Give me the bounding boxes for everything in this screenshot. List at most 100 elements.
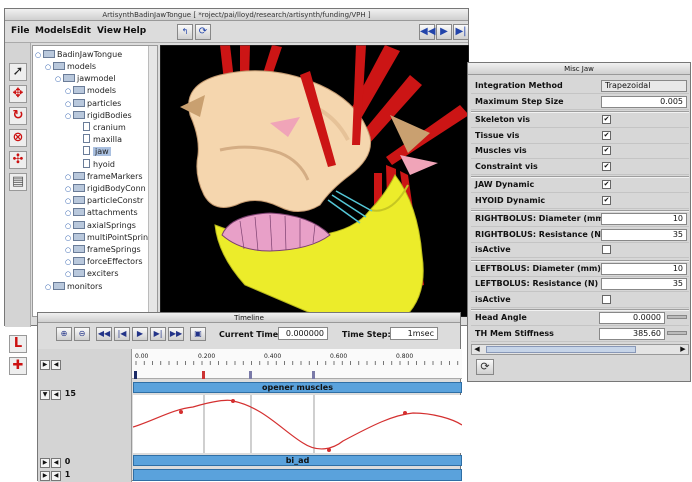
navigation-tree[interactable]: ○ BadinJawTongue ○ models ○ jawmodel ○ models ○… xyxy=(32,45,158,317)
tree-item[interactable]: ○ attachments xyxy=(65,207,138,218)
tree-item[interactable]: ○ rigidBodyConn xyxy=(65,183,146,194)
current-time-field[interactable]: 0.000000 xyxy=(278,327,328,340)
play-icon[interactable]: ▶ xyxy=(132,327,148,341)
property-checkbox[interactable]: ✔ xyxy=(602,161,611,171)
rotate-tool-icon[interactable]: ↻ xyxy=(9,107,27,125)
tree-item[interactable]: ○ models xyxy=(45,61,96,72)
property-field[interactable]: 0.005 xyxy=(601,95,687,108)
tree-item[interactable]: ○ models xyxy=(65,85,116,96)
probe-curve-display[interactable] xyxy=(132,395,463,453)
menu-edit[interactable]: Edit xyxy=(71,26,91,36)
property-checkbox[interactable]: ✔ xyxy=(602,115,611,124)
add-component-icon[interactable]: ✚ xyxy=(9,357,27,375)
zoom-in-icon[interactable]: ⊕ xyxy=(56,327,72,341)
property-field[interactable]: 385.60 xyxy=(599,327,665,340)
property-checkbox[interactable]: ✔ xyxy=(602,180,611,189)
3d-viewer[interactable] xyxy=(160,45,469,317)
time-step-field[interactable]: 1msec xyxy=(390,327,438,340)
transform-tool-icon[interactable]: ⊗ xyxy=(9,129,27,147)
timeline-controls[interactable]: ▶ ◀ xyxy=(40,359,62,371)
save-icon[interactable]: ▣ xyxy=(190,327,206,341)
menu-view[interactable]: View xyxy=(97,26,121,36)
menu-models[interactable]: Models xyxy=(35,26,71,36)
tree-item[interactable]: ○ multiPointSprin xyxy=(65,232,148,243)
reload-icon[interactable]: ⟳ xyxy=(195,24,211,40)
property-slider[interactable] xyxy=(667,330,687,335)
tree-item[interactable]: ○ axialSprings xyxy=(65,220,136,231)
refresh-icon[interactable]: ⟳ xyxy=(476,359,494,375)
translate-tool-icon[interactable]: ✥ xyxy=(9,85,27,103)
property-checkbox[interactable] xyxy=(602,294,611,304)
property-field[interactable]: 10 xyxy=(601,213,687,225)
tree-scrollbar[interactable] xyxy=(148,46,157,316)
menu-help[interactable]: Help xyxy=(123,26,146,36)
tree-item[interactable]: ○ jawmodel xyxy=(55,73,116,84)
tree-expander-icon[interactable]: ○ xyxy=(65,172,73,183)
time-ruler[interactable]: 0.00 0.200 0.400 0.600 0.800 xyxy=(132,349,462,379)
marker[interactable] xyxy=(312,371,315,379)
tree-expander-icon[interactable]: ○ xyxy=(65,269,73,280)
tree-item[interactable]: ○ frameMarkers xyxy=(65,171,143,182)
axes-icon[interactable]: L xyxy=(9,335,27,353)
property-slider[interactable] xyxy=(667,315,687,319)
tree-item[interactable]: ○ forceEffectors xyxy=(65,256,143,267)
track-header-bi-ad[interactable]: ▶ ◀ 0 xyxy=(40,457,70,469)
tree-item[interactable]: ○ particleConstr xyxy=(65,195,143,206)
step-forward-icon[interactable]: ▶| xyxy=(150,327,166,341)
tree-expander-icon[interactable]: ○ xyxy=(65,245,73,256)
play-icon[interactable]: ▶ xyxy=(436,24,452,40)
property-checkbox[interactable]: ✔ xyxy=(602,195,611,205)
tree-root[interactable]: ○ BadinJawTongue xyxy=(35,49,122,60)
scroll-left-icon[interactable]: ◀ xyxy=(472,345,482,354)
tree-item[interactable]: ○ frameSprings xyxy=(65,244,141,255)
zoom-out-icon[interactable]: ⊖ xyxy=(74,327,90,341)
tree-expander-icon[interactable]: ○ xyxy=(55,74,63,85)
scroll-right-icon[interactable]: ▶ xyxy=(678,345,688,354)
tree-item[interactable]: maxilla xyxy=(75,134,122,145)
menu-file[interactable]: File xyxy=(11,26,29,36)
tree-item[interactable]: ○ exciters xyxy=(65,268,119,279)
track-bar-bi-ad[interactable]: bi_ad xyxy=(133,455,462,466)
fast-forward-icon[interactable]: ▶▶ xyxy=(168,327,184,341)
panel-horizontal-scrollbar[interactable]: ◀ ▶ xyxy=(471,344,689,355)
tree-item[interactable]: cranium xyxy=(75,122,126,133)
tree-item[interactable]: ○ particles xyxy=(65,98,121,109)
track-header-extra[interactable]: ▶ ◀ 1 xyxy=(40,470,70,482)
tree-item[interactable]: ○ rigidBodies xyxy=(65,110,132,121)
track-bar-extra[interactable] xyxy=(133,469,462,481)
add-marker-icon[interactable]: ▤ xyxy=(9,173,27,191)
property-checkbox[interactable]: ✔ xyxy=(602,146,611,155)
constrained-translate-icon[interactable]: ✣ xyxy=(9,151,27,169)
tree-expander-icon[interactable]: ○ xyxy=(65,233,73,244)
marker[interactable] xyxy=(249,371,252,379)
property-field[interactable]: 35 xyxy=(601,228,687,241)
tree-expander-icon[interactable]: ○ xyxy=(65,196,73,207)
scroll-thumb[interactable] xyxy=(486,346,636,353)
property-checkbox[interactable] xyxy=(602,245,611,254)
property-field[interactable]: 0.0000 xyxy=(599,312,665,324)
step-back-icon[interactable]: |◀ xyxy=(114,327,130,341)
tree-expander-icon[interactable]: ○ xyxy=(65,111,73,122)
property-field[interactable]: Trapezoidal xyxy=(601,80,687,92)
tree-expander-icon[interactable]: ○ xyxy=(65,86,73,97)
property-checkbox[interactable]: ✔ xyxy=(602,130,611,140)
tree-expander-icon[interactable]: ○ xyxy=(45,62,53,73)
navigate-mode-icon[interactable]: ↰ xyxy=(177,24,193,40)
tree-expander-icon[interactable]: ○ xyxy=(45,282,53,293)
property-field[interactable]: 35 xyxy=(601,278,687,290)
rewind-icon[interactable]: ◀◀ xyxy=(419,24,435,40)
step-forward-icon[interactable]: ▶| xyxy=(453,24,469,40)
tree-item[interactable]: ○ monitors xyxy=(45,281,102,292)
property-field[interactable]: 10 xyxy=(601,262,687,275)
rewind-icon[interactable]: ◀◀ xyxy=(96,327,112,341)
track-bar-opener-muscles[interactable]: opener muscles xyxy=(133,382,462,393)
tree-item[interactable]: jaw xyxy=(75,146,111,157)
track-header-opener[interactable]: ▼ ◀ 15 xyxy=(40,389,76,401)
select-cursor-icon[interactable]: ➚ xyxy=(9,63,27,81)
time-cursor[interactable] xyxy=(134,371,137,379)
tree-expander-icon[interactable]: ○ xyxy=(65,257,73,268)
tree-expander-icon[interactable]: ○ xyxy=(65,99,73,110)
marker[interactable] xyxy=(202,371,205,379)
tree-expander-icon[interactable]: ○ xyxy=(65,184,73,195)
tree-expander-icon[interactable]: ○ xyxy=(65,208,73,219)
